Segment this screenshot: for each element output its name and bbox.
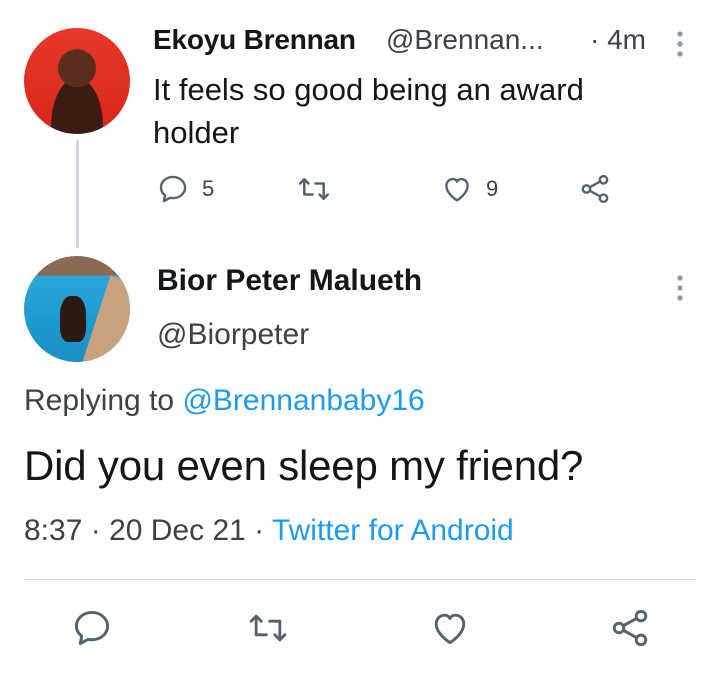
like-button[interactable]: 9 xyxy=(440,172,498,206)
reply-count: 5 xyxy=(202,176,215,201)
more-options-icon[interactable] xyxy=(676,30,684,58)
mention-link[interactable]: @Brennanbaby16 xyxy=(182,384,424,417)
avatar[interactable] xyxy=(24,28,130,134)
tweet-text: Did you even sleep my friend? xyxy=(24,442,584,489)
like-icon xyxy=(445,177,469,202)
like-count: 9 xyxy=(486,176,499,201)
replying-to: Replying to @Brennanbaby16 xyxy=(24,384,425,418)
author-handle[interactable]: @Brennan... xyxy=(386,24,544,56)
tweet-meta: 8:37 · 20 Dec 21 · Twitter for Android xyxy=(24,514,514,548)
reply-button[interactable]: 5 xyxy=(156,172,214,206)
meta-separator: · xyxy=(245,514,272,547)
tweet-text: It feels so good being an award holder xyxy=(153,72,584,150)
share-icon xyxy=(612,609,648,647)
replying-to-label: Replying to xyxy=(24,384,183,417)
retweet-button[interactable] xyxy=(246,606,290,655)
author-name[interactable]: Ekoyu Brennan xyxy=(153,24,356,56)
reply-button[interactable] xyxy=(70,606,114,655)
divider xyxy=(24,579,696,580)
retweet-icon xyxy=(298,178,330,200)
retweet-icon xyxy=(249,614,287,642)
reply-icon xyxy=(159,175,187,203)
thread-connector-line xyxy=(76,140,79,248)
tweet-timestamp[interactable]: · 4m xyxy=(590,24,646,56)
more-options-icon[interactable] xyxy=(676,274,684,302)
avatar[interactable] xyxy=(24,256,130,362)
author-name[interactable]: Bior Peter Malueth xyxy=(157,264,422,298)
like-icon xyxy=(434,613,466,645)
like-button[interactable] xyxy=(428,606,472,655)
tweet-date: 20 Dec 21 xyxy=(109,514,246,547)
tweet-time: 8:37 xyxy=(24,514,83,547)
retweet-button[interactable] xyxy=(296,172,332,206)
share-button[interactable] xyxy=(608,606,652,655)
reply-icon xyxy=(74,610,110,646)
author-handle[interactable]: @Biorpeter xyxy=(157,318,309,352)
meta-separator: · xyxy=(82,514,110,547)
share-button[interactable] xyxy=(578,172,612,206)
source-link[interactable]: Twitter for Android xyxy=(272,514,514,547)
share-icon xyxy=(581,174,609,204)
